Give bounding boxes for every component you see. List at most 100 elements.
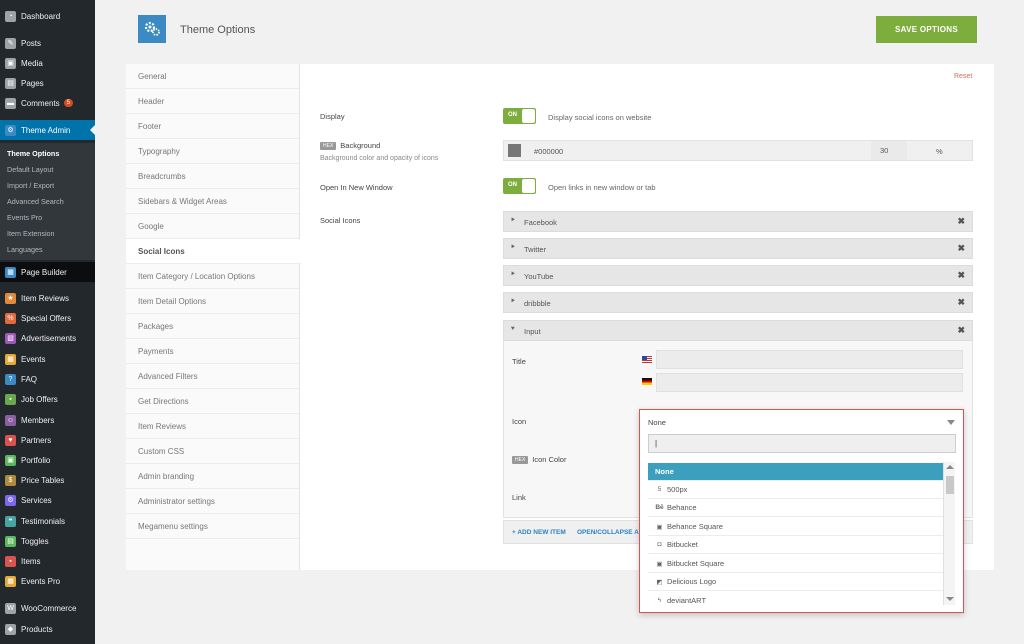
menu-members[interactable]: ☺ Members <box>0 410 95 430</box>
menu-item-reviews[interactable]: ★ Item Reviews <box>0 288 95 308</box>
menu-pages[interactable]: ▤ Pages <box>0 73 95 93</box>
title-input-de[interactable] <box>656 373 963 392</box>
hex-tag: HEX <box>320 142 337 151</box>
accordion-dribbble[interactable]: ⯈ dribbble ✖ <box>503 292 973 313</box>
menu-events[interactable]: ▦ Events <box>0 349 95 369</box>
option-bitbucket[interactable]: ◘ Bitbucket <box>648 536 945 554</box>
menu-advertisements[interactable]: ▧ Advertisements <box>0 328 95 348</box>
nav-administrator-settings[interactable]: Administrator settings <box>126 489 299 514</box>
option-bitbucket-square[interactable]: ▣ Bitbucket Square <box>648 555 945 573</box>
menu-faq[interactable]: ? FAQ <box>0 369 95 389</box>
submenu-theme-options[interactable]: Theme Options <box>7 149 59 158</box>
option-deviantart[interactable]: ϟ deviantART <box>648 592 945 606</box>
submenu-events-pro[interactable]: Events Pro <box>7 213 42 222</box>
nav-item-detail[interactable]: Item Detail Options <box>126 289 299 314</box>
submenu-default-layout[interactable]: Default Layout <box>7 165 53 174</box>
scroll-up-icon[interactable] <box>946 465 954 469</box>
submenu-item-extension[interactable]: Item Extension <box>7 229 55 238</box>
color-swatch[interactable] <box>508 144 521 157</box>
opacity-unit: % <box>936 147 943 156</box>
close-icon[interactable]: ✖ <box>957 216 965 227</box>
submenu-languages[interactable]: Languages <box>7 245 43 254</box>
chevron-icon: ⯈ <box>510 244 516 251</box>
close-icon[interactable]: ✖ <box>957 270 965 281</box>
woocommerce-icon: W <box>5 602 16 614</box>
background-description: Background color and opacity of icons <box>320 155 439 162</box>
nav-social-icons[interactable]: Social Icons <box>126 239 301 264</box>
menu-products[interactable]: ◆ Products <box>0 619 95 639</box>
menu-job-offers[interactable]: ▪ Job Offers <box>0 389 95 409</box>
menu-page-builder[interactable]: ▦ Page Builder <box>0 262 95 282</box>
nav-item-reviews[interactable]: Item Reviews <box>126 414 299 439</box>
menu-items[interactable]: ▪ Items <box>0 551 95 571</box>
nav-general[interactable]: General <box>126 64 299 89</box>
nav-megamenu-settings[interactable]: Megamenu settings <box>126 514 299 539</box>
reset-link[interactable]: Reset <box>954 73 972 80</box>
menu-comments[interactable]: ▬ Comments 5 <box>0 93 95 113</box>
menu-media[interactable]: ▣ Media <box>0 53 95 73</box>
scrollbar-thumb[interactable] <box>946 476 954 494</box>
option-500px[interactable]: 5 500px <box>648 481 945 499</box>
scroll-down-icon[interactable] <box>946 597 954 601</box>
close-icon[interactable]: ✖ <box>957 297 965 308</box>
menu-toggles[interactable]: ▤ Toggles <box>0 531 95 551</box>
close-icon[interactable]: ✖ <box>957 325 965 336</box>
options-nav: General Header Footer Typography Breadcr… <box>126 64 301 570</box>
menu-partners[interactable]: ♥ Partners <box>0 430 95 450</box>
accordion-twitter[interactable]: ⯈ Twitter ✖ <box>503 238 973 259</box>
nav-footer[interactable]: Footer <box>126 114 299 139</box>
menu-special-offers[interactable]: % Special Offers <box>0 308 95 328</box>
add-new-item-button[interactable]: + ADD NEW ITEM <box>512 529 566 536</box>
nav-google[interactable]: Google <box>126 214 299 239</box>
nav-admin-branding[interactable]: Admin branding <box>126 464 299 489</box>
accordion-facebook[interactable]: ⯈ Facebook ✖ <box>503 211 973 232</box>
menu-theme-admin[interactable]: ⚙ Theme Admin <box>0 120 95 140</box>
background-opacity-input[interactable]: 30 <box>871 141 907 160</box>
option-delicious[interactable]: ◩ Delicious Logo <box>648 573 945 591</box>
dropdown-scrollbar[interactable] <box>943 462 955 605</box>
option-behance-square[interactable]: ▣ Behance Square <box>648 518 945 536</box>
option-none[interactable]: None <box>648 463 945 481</box>
de-flag-icon <box>642 378 652 385</box>
title-input-en[interactable] <box>656 350 963 369</box>
open-collapse-all-button[interactable]: OPEN/COLLAPSE ALL <box>577 529 639 536</box>
menu-dashboard[interactable]: ◔ Dashboard <box>0 6 95 26</box>
nav-custom-css[interactable]: Custom CSS <box>126 439 299 464</box>
nav-breadcrumbs[interactable]: Breadcrumbs <box>126 164 299 189</box>
submenu-import-export[interactable]: Import / Export <box>7 181 54 190</box>
nav-packages[interactable]: Packages <box>126 314 299 339</box>
dashboard-icon: ◔ <box>5 10 16 22</box>
selected-value[interactable]: None <box>648 418 666 427</box>
close-icon[interactable]: ✖ <box>957 243 965 254</box>
save-options-button[interactable]: SAVE OPTIONS <box>876 16 977 43</box>
nav-header[interactable]: Header <box>126 89 299 114</box>
menu-services[interactable]: ⚙ Services <box>0 490 95 510</box>
caret-down-icon[interactable] <box>947 420 955 425</box>
title-label: Title <box>512 357 526 366</box>
nav-advanced-filters[interactable]: Advanced Filters <box>126 364 299 389</box>
submenu-advanced-search[interactable]: Advanced Search <box>7 197 64 206</box>
option-behance[interactable]: Bē Behance <box>648 499 945 517</box>
open-new-window-toggle[interactable]: ON <box>503 178 536 194</box>
nav-payments[interactable]: Payments <box>126 339 299 364</box>
accordion-input[interactable]: ⯆ Input ✖ <box>503 320 973 341</box>
menu-events-pro[interactable]: ▦ Events Pro <box>0 571 95 591</box>
nav-typography[interactable]: Typography <box>126 139 299 164</box>
background-hex-input[interactable]: #000000 <box>534 147 563 156</box>
menu-price-tables[interactable]: $ Price Tables <box>0 470 95 490</box>
accordion-youtube[interactable]: ⯈ YouTube ✖ <box>503 265 973 286</box>
price-icon: $ <box>5 474 16 486</box>
bitbucket-icon: ◘ <box>657 541 662 548</box>
menu-portfolio[interactable]: ▣ Portfolio <box>0 450 95 470</box>
icon-search-input[interactable] <box>648 434 956 453</box>
nav-item-category[interactable]: Item Category / Location Options <box>126 264 299 289</box>
icon-select-dropdown[interactable]: None None 5500px BēBehance ▣Behance Squa… <box>639 409 964 613</box>
nav-get-directions[interactable]: Get Directions <box>126 389 299 414</box>
nav-sidebars[interactable]: Sidebars & Widget Areas <box>126 189 299 214</box>
menu-woocommerce[interactable]: W WooCommerce <box>0 598 95 618</box>
menu-testimonials[interactable]: ❝ Testimonials <box>0 511 95 531</box>
admin-sidebar: ◔ Dashboard ✎ Posts ▣ Media ▤ Pages ▬ Comment… <box>0 0 95 644</box>
display-toggle[interactable]: ON <box>503 108 536 124</box>
star-icon: ★ <box>5 292 16 304</box>
menu-posts[interactable]: ✎ Posts <box>0 33 95 53</box>
